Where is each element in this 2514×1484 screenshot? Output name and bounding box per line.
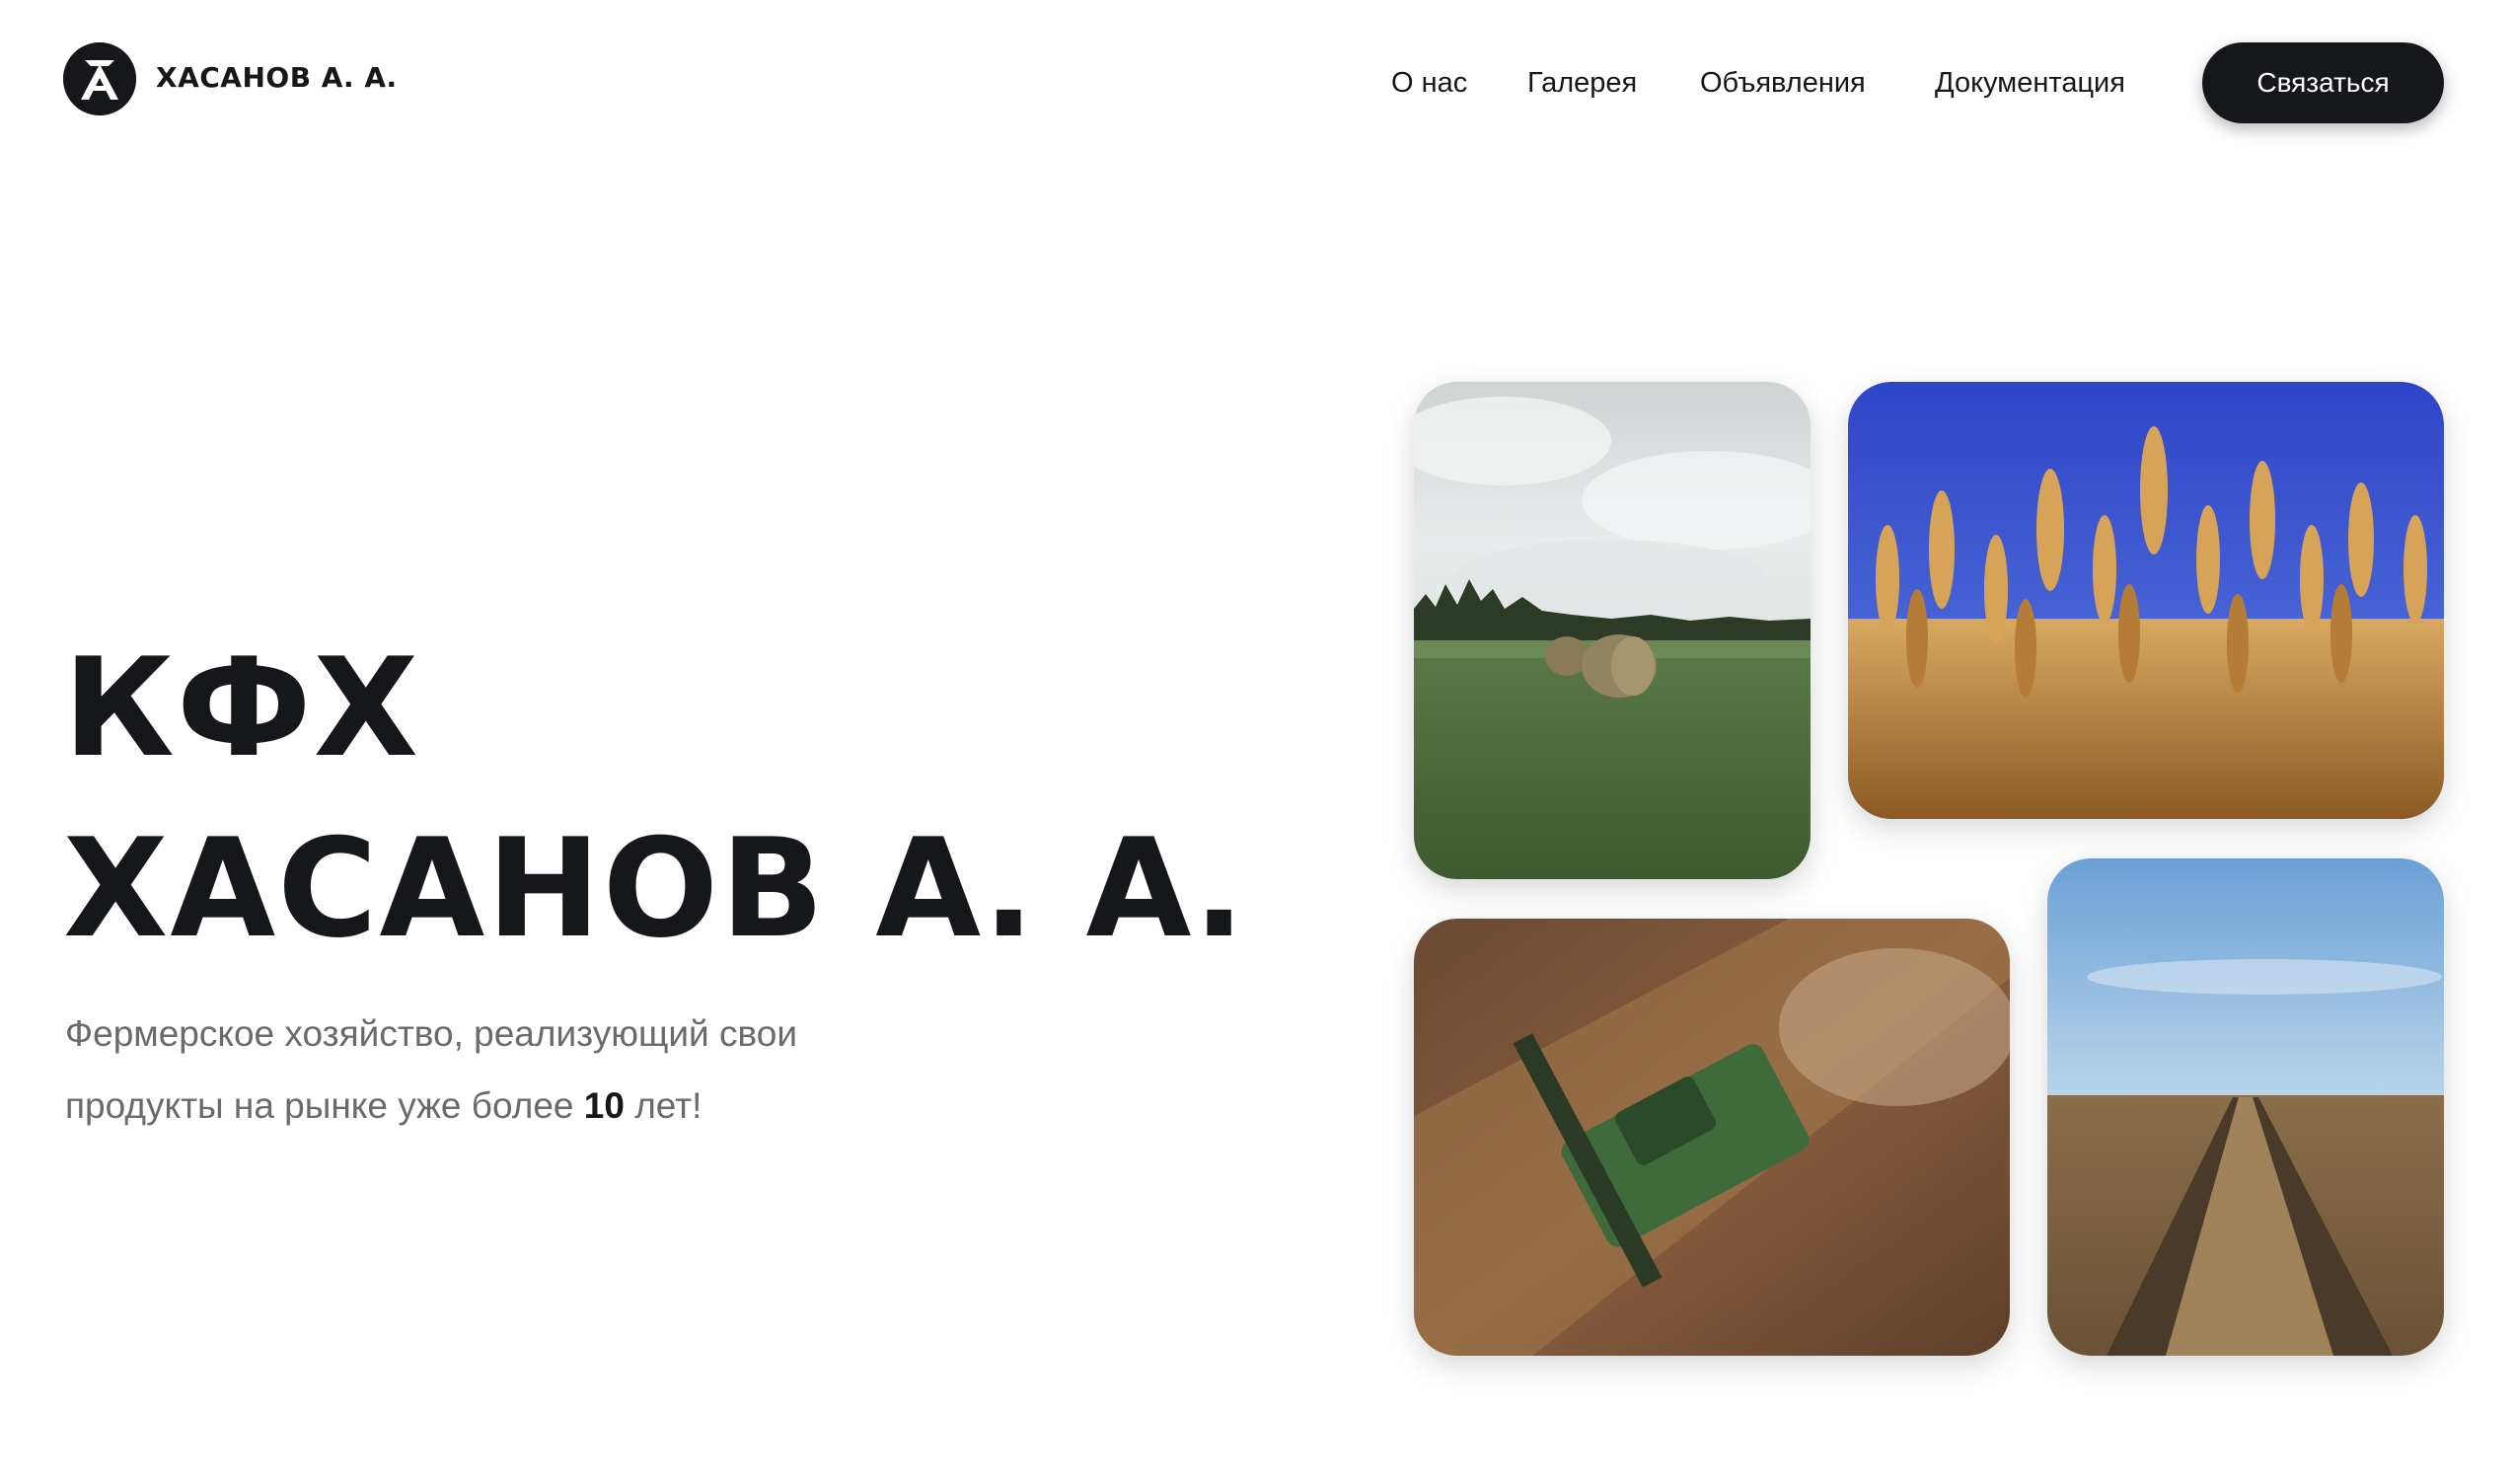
nav-link-gallery[interactable]: Галерея	[1527, 67, 1637, 100]
hero-subtitle: Фермерское хозяйство, реализующий свои п…	[65, 998, 797, 1142]
wheat-field-rows-photo	[2047, 858, 2444, 1356]
hero-title: КФХ ХАСАНОВ А. А.	[63, 618, 1247, 979]
hero-subtitle-line-2: продукты на рынке уже более 10 лет!	[65, 1070, 797, 1142]
nav-link-about[interactable]: О нас	[1391, 67, 1467, 100]
subtitle-text-before: продукты на рынке уже более	[65, 1085, 584, 1126]
wheat-ears-sky-photo	[1848, 382, 2444, 819]
hero-title-line-2: ХАСАНОВ А. А.	[63, 809, 1247, 968]
hero-subtitle-line-1: Фермерское хозяйство, реализующий свои	[65, 1013, 797, 1054]
hay-bales-field-photo	[1414, 382, 1811, 879]
logo-text[interactable]: ХАСАНОВ А. А.	[156, 61, 398, 94]
logo-icon[interactable]	[63, 42, 136, 115]
subtitle-text-after: лет!	[624, 1085, 702, 1126]
hero-title-line-1: КФХ	[63, 629, 421, 787]
years-count: 10	[583, 1085, 625, 1126]
combine-harvester-aerial-photo	[1414, 919, 2010, 1356]
nav-link-announcements[interactable]: Объявления	[1700, 67, 1866, 100]
landing-page: ХАСАНОВ А. А. О нас Галерея Объявления Д…	[0, 0, 2514, 1484]
contact-button[interactable]: Связаться	[2202, 42, 2444, 123]
nav-link-documentation[interactable]: Документация	[1935, 67, 2125, 100]
